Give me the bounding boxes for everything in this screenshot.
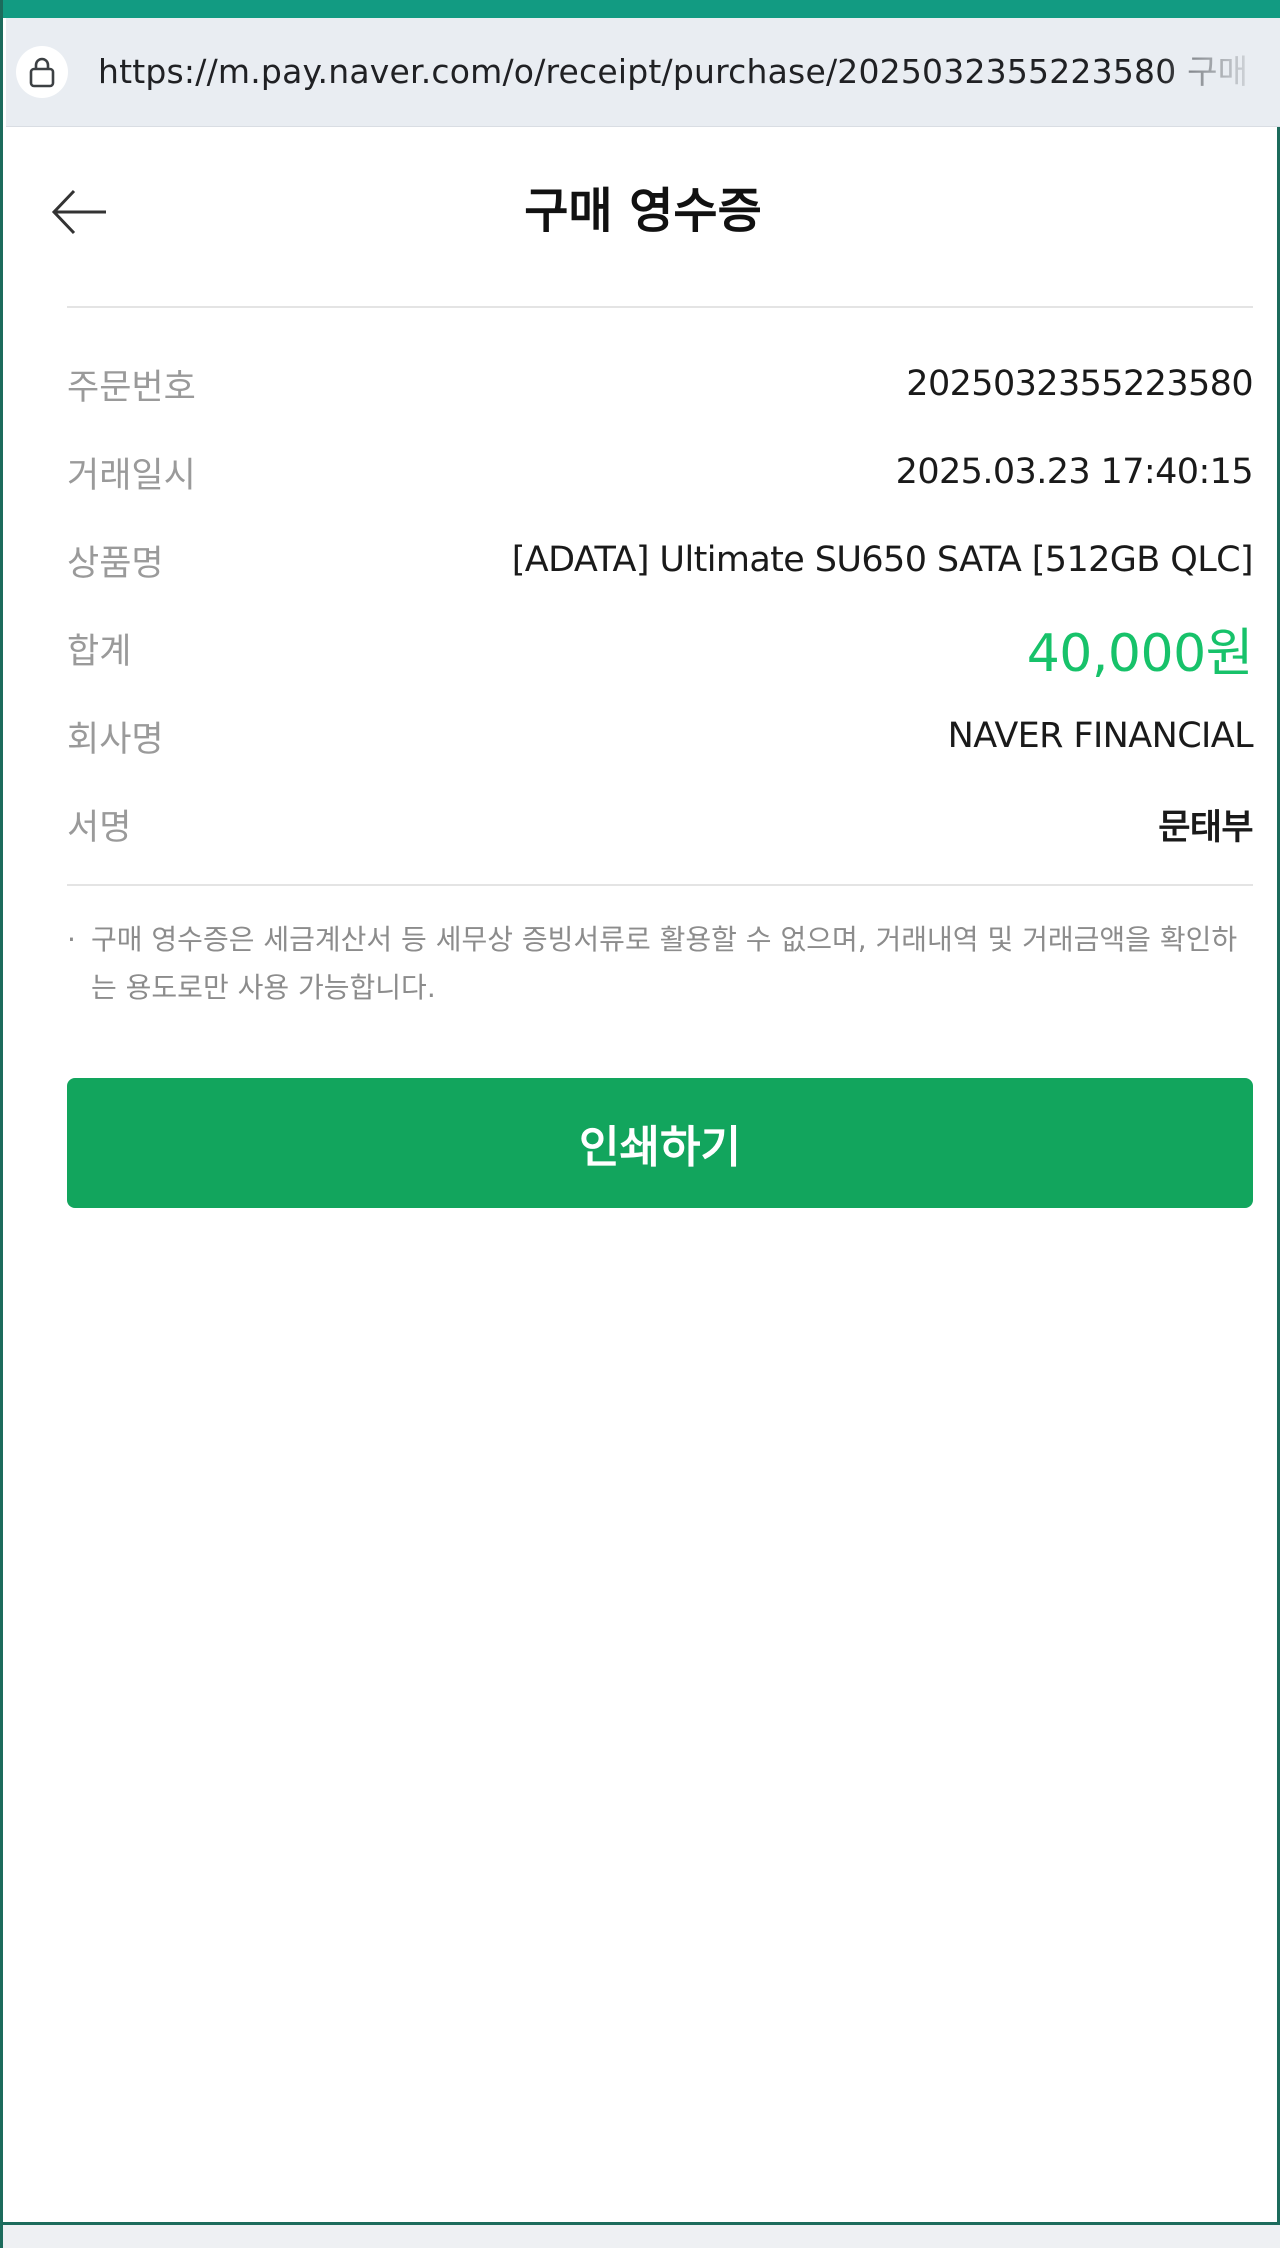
row-order-number: 주문번호 2025032355223580 [67,340,1254,428]
notice-bullet: · [67,923,76,956]
url-fade [1160,18,1280,126]
signature-value: 문태부 [1158,807,1253,848]
product-name-value: [ADATA] Ultimate SU650 SATA [512GB QLC] [511,540,1254,580]
company-label: 회사명 [67,719,164,760]
total-label: 합계 [67,631,132,672]
details-divider [67,884,1253,886]
url-text[interactable]: https://m.pay.naver.com/o/receipt/purcha… [98,48,1248,96]
print-button[interactable]: 인쇄하기 [67,1078,1253,1208]
product-name-label: 상품명 [67,543,164,584]
site-info-button[interactable] [16,46,68,98]
header-divider [67,306,1253,308]
address-bar[interactable]: https://m.pay.naver.com/o/receipt/purcha… [6,18,1280,127]
receipt-notice: · 구매 영수증은 세금계산서 등 세무상 증빙서류로 활용할 수 없으며, 거… [67,916,1253,1012]
row-product-name: 상품명 [ADATA] Ultimate SU650 SATA [512GB Q… [67,516,1254,604]
page-header: 구매 영수증 [6,127,1280,307]
notice-text: 구매 영수증은 세금계산서 등 세무상 증빙서류로 활용할 수 없으며, 거래내… [91,923,1238,1004]
browser-window: https://m.pay.naver.com/o/receipt/purcha… [0,0,1280,2248]
transaction-datetime-value: 2025.03.23 17:40:15 [895,452,1254,492]
company-value: NAVER FINANCIAL [947,716,1254,756]
receipt-details: 주문번호 2025032355223580 거래일시 2025.03.23 17… [67,340,1254,868]
transaction-datetime-label: 거래일시 [67,455,196,496]
lock-icon [29,57,55,88]
order-number-value: 2025032355223580 [906,364,1253,404]
browser-top-strip [3,0,1280,18]
row-company: 회사명 NAVER FINANCIAL [67,692,1254,780]
url: https://m.pay.naver.com/o/receipt/purcha… [98,52,1177,91]
row-transaction-datetime: 거래일시 2025.03.23 17:40:15 [67,428,1254,516]
row-signature: 서명 문태부 [67,780,1254,868]
signature-label: 서명 [67,807,132,848]
total-amount: 40,000원 [1026,623,1254,684]
window-bottom-edge [3,2222,1280,2248]
order-number-label: 주문번호 [67,367,196,408]
page-title: 구매 영수증 [524,183,762,239]
row-total: 합계 40,000원 [67,604,1254,692]
